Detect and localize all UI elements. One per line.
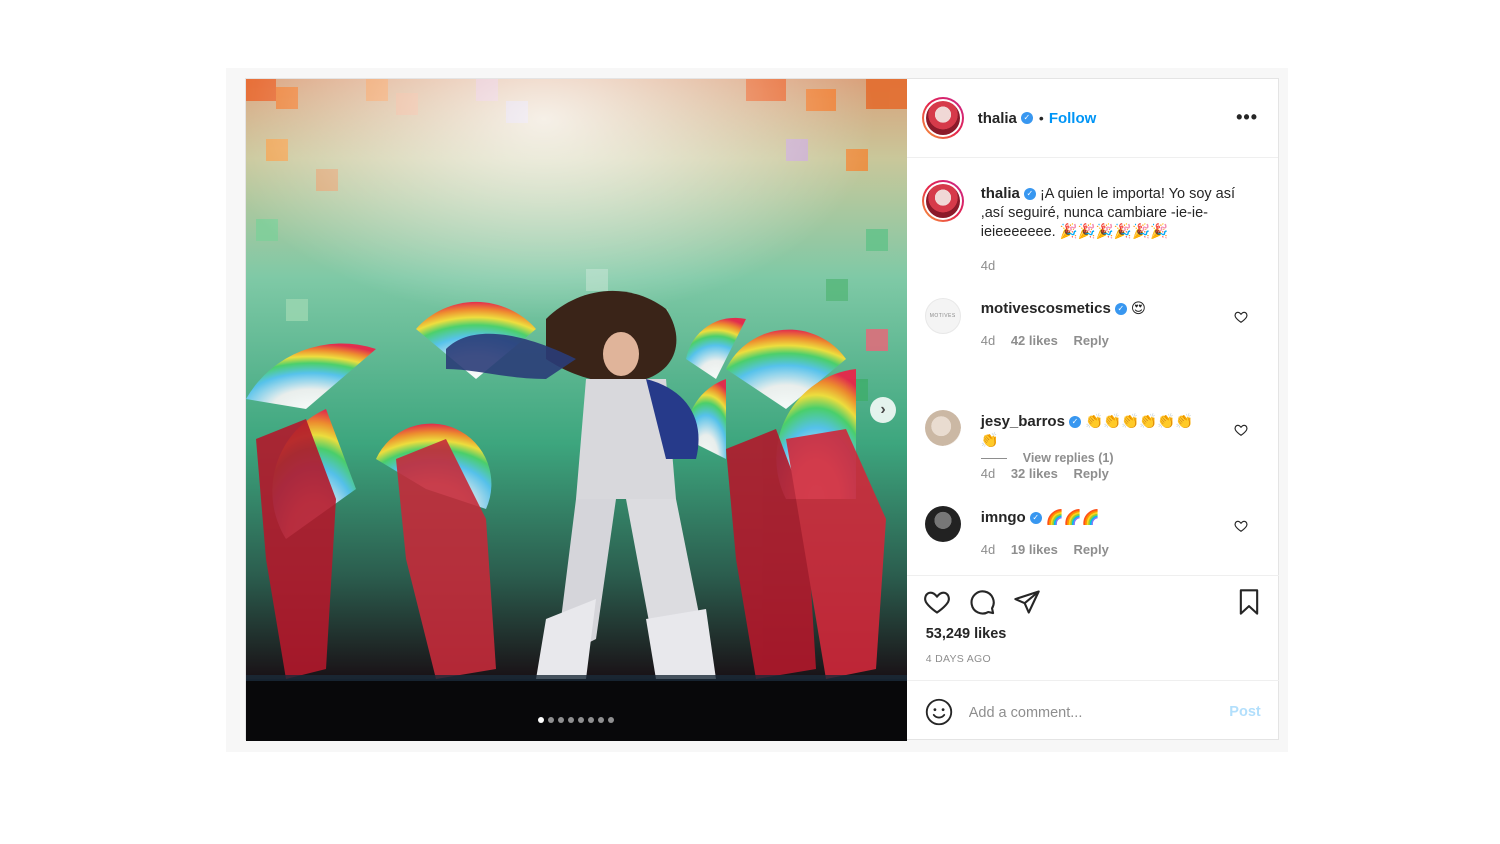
- more-options-icon[interactable]: •••: [1236, 107, 1258, 128]
- carousel-dot: [558, 717, 565, 723]
- caption-time[interactable]: 4d: [981, 258, 995, 273]
- author-avatar[interactable]: [921, 97, 964, 139]
- like-heart-icon[interactable]: [923, 588, 951, 616]
- concert-photo: [246, 79, 907, 741]
- replies-line: [980, 457, 1007, 459]
- caption-avatar-wrap: [921, 180, 964, 222]
- comment-meta: 4d 32 likes Reply: [981, 466, 1121, 481]
- comment-time[interactable]: 4d: [981, 466, 995, 481]
- emoji-icon[interactable]: [925, 698, 953, 726]
- post-comment-button[interactable]: Post: [1229, 704, 1260, 720]
- verified-badge-icon: ✓: [1020, 112, 1033, 124]
- carousel-dot: [538, 717, 545, 723]
- comment-username[interactable]: imngo: [981, 509, 1026, 526]
- avatar-logo-text: MOTIVES: [929, 313, 956, 319]
- comment-username[interactable]: jesy_barros: [981, 413, 1065, 430]
- carousel-dot: [548, 717, 555, 723]
- caption-meta: 4d: [981, 258, 1007, 273]
- commenter-avatar[interactable]: [924, 506, 961, 542]
- post-side-panel: thalia ✓ • Follow ••• thalia ✓ ¡A quien l…: [906, 79, 1279, 742]
- verified-badge-icon: ✓: [1114, 303, 1127, 316]
- post-actions: 53,249 likes 4 DAYS AGO Post: [906, 575, 1279, 742]
- comment-likes[interactable]: 19 likes: [1011, 542, 1058, 557]
- verified-badge-icon: ✓: [1068, 416, 1081, 429]
- follow-button[interactable]: Follow: [1049, 110, 1097, 127]
- carousel-dot: [568, 717, 575, 723]
- separator-dot: •: [1038, 110, 1044, 126]
- comment-text-row: jesy_barros ✓ 👏👏👏👏👏👏👏: [981, 412, 1211, 451]
- reply-button[interactable]: Reply: [1073, 333, 1108, 348]
- comment-bubble-icon[interactable]: [968, 588, 996, 616]
- comment-username[interactable]: motivescosmetics: [981, 300, 1111, 317]
- author-name-row: thalia ✓ • Follow: [978, 110, 1097, 127]
- carousel-indicator: [246, 717, 907, 723]
- add-comment-input[interactable]: [966, 699, 1211, 727]
- avatar-image: [925, 184, 960, 218]
- carousel-dot: [608, 717, 615, 723]
- comment-time[interactable]: 4d: [981, 333, 995, 348]
- likes-count[interactable]: 53,249 likes: [926, 626, 1007, 642]
- post-header: thalia ✓ • Follow •••: [906, 79, 1278, 158]
- save-bookmark-icon[interactable]: [1235, 588, 1263, 616]
- post-time-ago[interactable]: 4 DAYS AGO: [926, 653, 991, 665]
- post-photo[interactable]: ›: [246, 79, 907, 741]
- view-replies-button[interactable]: View replies (1): [980, 451, 1114, 465]
- reply-button[interactable]: Reply: [1073, 542, 1108, 557]
- instagram-post: › thalia ✓ • Follow ••• thalia ✓ ¡A quie…: [245, 78, 1279, 742]
- comment-text-row: motivescosmetics ✓ 😍: [981, 299, 1221, 319]
- caption-username[interactable]: thalia: [981, 185, 1020, 202]
- comment-meta: 4d 19 likes Reply: [981, 542, 1121, 557]
- comment-text: 😍: [1130, 301, 1146, 317]
- avatar-border: [923, 99, 962, 137]
- carousel-dot: [588, 717, 595, 723]
- like-comment-heart-icon[interactable]: [1234, 310, 1248, 324]
- author-username[interactable]: thalia: [978, 110, 1017, 127]
- commenter-avatar[interactable]: MOTIVES: [924, 298, 961, 334]
- caption-avatar[interactable]: [921, 180, 964, 222]
- avatar-image: [925, 101, 960, 135]
- verified-badge-icon: ✓: [1023, 188, 1036, 201]
- carousel-dot: [578, 717, 585, 723]
- comment-time[interactable]: 4d: [981, 542, 995, 557]
- view-replies-label: View replies (1): [1022, 451, 1114, 465]
- like-comment-heart-icon[interactable]: [1234, 423, 1248, 437]
- chevron-right-icon: ›: [880, 401, 886, 418]
- like-comment-heart-icon[interactable]: [1234, 519, 1248, 533]
- comment-meta: 4d 42 likes Reply: [981, 333, 1121, 348]
- carousel-next-button[interactable]: ›: [870, 397, 896, 423]
- share-paper-plane-icon[interactable]: [1013, 588, 1041, 616]
- comment-text-row: imngo ✓ 🌈🌈🌈: [981, 508, 1221, 528]
- commenter-avatar[interactable]: [924, 410, 961, 446]
- comment-text: 🌈🌈🌈: [1045, 510, 1100, 526]
- verified-badge-icon: ✓: [1029, 512, 1042, 525]
- caption: thalia ✓ ¡A quien le importa! Yo soy así …: [981, 184, 1256, 242]
- comment-likes[interactable]: 42 likes: [1011, 333, 1058, 348]
- reply-button[interactable]: Reply: [1073, 466, 1108, 481]
- carousel-dot: [598, 717, 605, 723]
- avatar-border: [923, 182, 962, 220]
- add-comment-bar: Post: [906, 680, 1279, 742]
- comment-likes[interactable]: 32 likes: [1011, 466, 1058, 481]
